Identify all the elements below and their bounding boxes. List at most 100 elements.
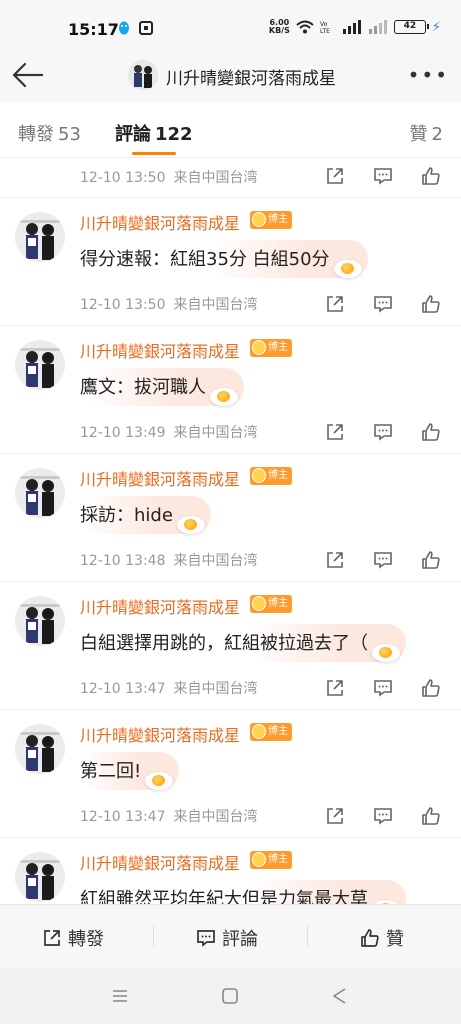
list-item[interactable]: 川升晴變銀河落雨成星 博主得分速報：紅組35分 白組50分 12-10 13:50 来… <box>0 198 461 326</box>
share-icon[interactable] <box>325 550 345 570</box>
list-item[interactable]: 川升晴變銀河落雨成星 博主紅組雖然平均年紀大但是力氣最大草 <box>0 838 461 904</box>
net-speed: 6.00 KB/S <box>268 18 290 35</box>
comment-icon[interactable] <box>373 550 393 570</box>
avatar-image <box>15 212 65 262</box>
list-item[interactable]: 川升晴變銀河落雨成星 博主白組選擇用跳的，紅組被拉過去了（ 12-10 13:47 来… <box>0 582 461 710</box>
tab-repost[interactable]: 轉發 53 <box>18 120 81 146</box>
like-icon[interactable] <box>421 294 441 314</box>
avatar[interactable] <box>15 468 65 518</box>
comment-author[interactable]: 川升晴變銀河落雨成星 <box>80 466 240 490</box>
comment-button[interactable]: 評論 <box>196 925 258 951</box>
badge-icon <box>252 724 266 739</box>
comment-icon[interactable] <box>373 806 393 826</box>
like-icon[interactable] <box>421 422 441 442</box>
avatar-image <box>15 596 65 646</box>
comment-author[interactable]: 川升晴變銀河落雨成星 <box>80 850 240 874</box>
avatar[interactable] <box>128 60 158 90</box>
like-icon[interactable] <box>421 166 441 186</box>
comment-icon[interactable] <box>373 678 393 698</box>
fried-egg-icon <box>176 516 205 534</box>
fried-egg-icon <box>333 260 362 278</box>
battery-icon: 42 <box>393 20 429 34</box>
system-nav-bar <box>0 968 461 1024</box>
badge-icon <box>252 596 266 611</box>
list-item[interactable]: 川升晴變銀河落雨成星 博主 鷹文：拔河職人 12-10 13:49 来自中国台湾 <box>0 326 461 454</box>
like-icon <box>361 929 379 947</box>
avatar[interactable] <box>15 340 65 390</box>
comment-meta: 12-10 13:47 来自中国台湾 <box>80 681 258 697</box>
share-icon[interactable] <box>325 806 345 826</box>
comment-meta: 12-10 13:48 来自中国台湾 <box>80 553 258 569</box>
comment-icon[interactable] <box>373 294 393 314</box>
share-icon[interactable] <box>325 294 345 314</box>
avatar[interactable] <box>15 596 65 646</box>
blogger-badge: 博主 <box>250 851 292 869</box>
comment-text: 第二回! <box>80 761 142 782</box>
notification-app-icon <box>139 21 153 35</box>
comment-feed[interactable]: 12-10 13:50 来自中国台湾 川升晴變銀河落雨成星 博主 得分速報：紅組35分… <box>0 158 461 904</box>
menu-icon[interactable] <box>110 986 130 1006</box>
comment-author[interactable]: 川升晴變銀河落雨成星 <box>80 210 240 234</box>
avatar[interactable] <box>15 724 65 774</box>
badge-icon <box>252 340 266 355</box>
repost-button[interactable]: 轉發 <box>42 925 104 951</box>
tab-like[interactable]: 贊2 <box>410 120 443 146</box>
badge-icon <box>252 212 266 227</box>
comment-icon <box>197 930 215 947</box>
blogger-badge: 博主 <box>250 723 292 741</box>
avatar[interactable] <box>15 212 65 262</box>
divider <box>153 925 154 947</box>
active-tab-indicator <box>132 152 176 155</box>
back-arrow-icon[interactable] <box>10 58 46 92</box>
back-triangle-icon[interactable] <box>330 986 350 1006</box>
avatar[interactable] <box>15 852 65 902</box>
comment-icon[interactable] <box>373 166 393 186</box>
fried-egg-icon <box>372 644 400 662</box>
badge-icon <box>252 852 266 867</box>
home-icon[interactable] <box>220 986 240 1006</box>
blogger-badge: 博主 <box>250 339 292 357</box>
comment-text: 紅組雖然平均年紀大但是力氣最大草 <box>80 889 368 904</box>
status-time: 15:17 <box>68 20 119 39</box>
comment-meta: 12-10 13:49 来自中国台湾 <box>80 425 258 441</box>
like-icon[interactable] <box>421 806 441 826</box>
share-icon[interactable] <box>325 422 345 442</box>
list-item[interactable]: 川升晴變銀河落雨成星 博主採訪：hide 12-10 13:48 来自中国台湾 <box>0 454 461 582</box>
avatar-image <box>15 724 65 774</box>
divider <box>307 925 308 947</box>
comment-text: 白組選擇用跳的，紅組被拉過去了（ <box>80 633 368 654</box>
comment-author[interactable]: 川升晴變銀河落雨成星 <box>80 594 240 618</box>
page-title: 川升晴變銀河落雨成星 <box>166 69 336 89</box>
blogger-badge: 博主 <box>250 595 292 613</box>
volte-icon: VoLTE <box>320 21 330 34</box>
list-item[interactable]: 川升晴變銀河落雨成星 博主第二回! 12-10 13:47 来自中国台湾 <box>0 710 461 838</box>
comment-meta: 12-10 13:47 来自中国台湾 <box>80 809 258 825</box>
comment-meta: 12-10 13:50 来自中国台湾 <box>80 297 258 313</box>
signal-2-icon <box>368 20 387 34</box>
comment-text: 得分速報：紅組35分 白組50分 <box>80 249 330 270</box>
like-icon[interactable] <box>421 550 441 570</box>
tabs-bar: 轉發 53 評論 122 贊2 <box>0 102 461 158</box>
blogger-badge: 博主 <box>250 467 292 485</box>
tab-comment[interactable]: 評論 122 <box>115 120 193 146</box>
share-icon <box>44 930 60 946</box>
like-button[interactable]: 贊 <box>360 925 404 951</box>
fried-egg-icon <box>210 388 238 406</box>
list-item: 12-10 13:50 来自中国台湾 <box>0 158 461 198</box>
share-icon[interactable] <box>325 678 345 698</box>
share-icon[interactable] <box>325 166 345 186</box>
charging-icon: ⚡ <box>431 19 441 35</box>
comment-icon[interactable] <box>373 422 393 442</box>
avatar-image <box>15 340 65 390</box>
like-icon[interactable] <box>421 678 441 698</box>
wifi-icon <box>296 20 314 34</box>
signal-icon <box>342 20 361 34</box>
nav-bar: 川升晴變銀河落雨成星 ••• <box>0 48 461 102</box>
blogger-badge: 博主 <box>250 211 292 229</box>
avatar-image <box>15 852 65 902</box>
comment-text: 採訪：hide <box>80 505 173 526</box>
status-bar: 15:17 6.00 KB/S Vo LTE 42 ⚡ <box>0 0 461 48</box>
comment-author[interactable]: 川升晴變銀河落雨成星 <box>80 338 240 362</box>
more-icon[interactable]: ••• <box>408 63 449 87</box>
comment-author[interactable]: 川升晴變銀河落雨成星 <box>80 722 240 746</box>
